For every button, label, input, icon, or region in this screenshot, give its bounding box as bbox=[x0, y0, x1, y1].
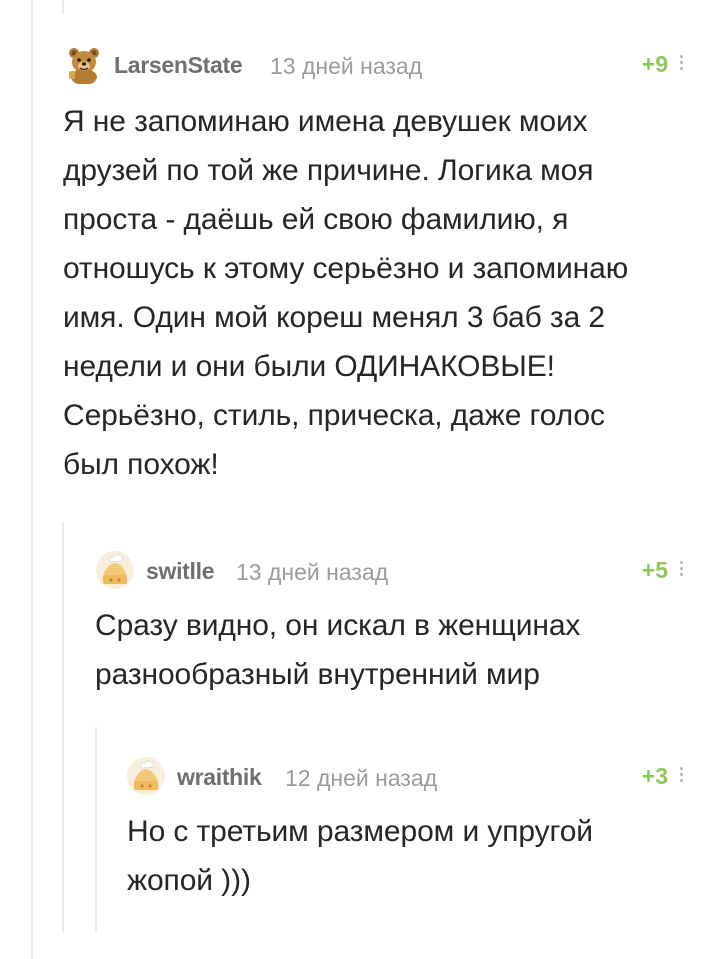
rating: +3 bbox=[641, 763, 668, 789]
rating: +5 bbox=[641, 557, 668, 583]
default-avatar-icon[interactable] bbox=[126, 756, 166, 796]
comment-header: LarsenState 13 дней назад +9 bbox=[0, 44, 720, 85]
comment-text: Я не запоминаю имена девушек моих друзей… bbox=[63, 105, 629, 481]
more-options-icon[interactable] bbox=[678, 764, 684, 788]
comment-text: Сразу видно, он искал в женщинах разнооб… bbox=[95, 609, 581, 691]
thread-line-top-stub bbox=[62, 0, 64, 14]
comment-header: wraithik 12 дней назад +3 bbox=[0, 756, 720, 796]
comment-text: Но с третьим размером и упругой жопой ))… bbox=[127, 815, 593, 897]
bear-avatar-icon[interactable] bbox=[64, 44, 104, 85]
comment-time[interactable]: 13 дней назад bbox=[270, 53, 422, 80]
username[interactable]: wraithik bbox=[177, 764, 262, 791]
rating: +9 bbox=[641, 51, 668, 77]
username[interactable]: LarsenState bbox=[114, 52, 243, 79]
more-options-icon[interactable] bbox=[678, 558, 684, 582]
comment-time[interactable]: 13 дней назад bbox=[236, 559, 388, 586]
more-options-icon[interactable] bbox=[678, 52, 684, 76]
thread-line-root[interactable] bbox=[31, 0, 33, 959]
default-avatar-icon[interactable] bbox=[95, 550, 135, 590]
comment-header: switlle 13 дней назад +5 bbox=[0, 550, 720, 590]
username[interactable]: switlle bbox=[146, 558, 215, 585]
comment-time[interactable]: 12 дней назад bbox=[285, 765, 437, 792]
